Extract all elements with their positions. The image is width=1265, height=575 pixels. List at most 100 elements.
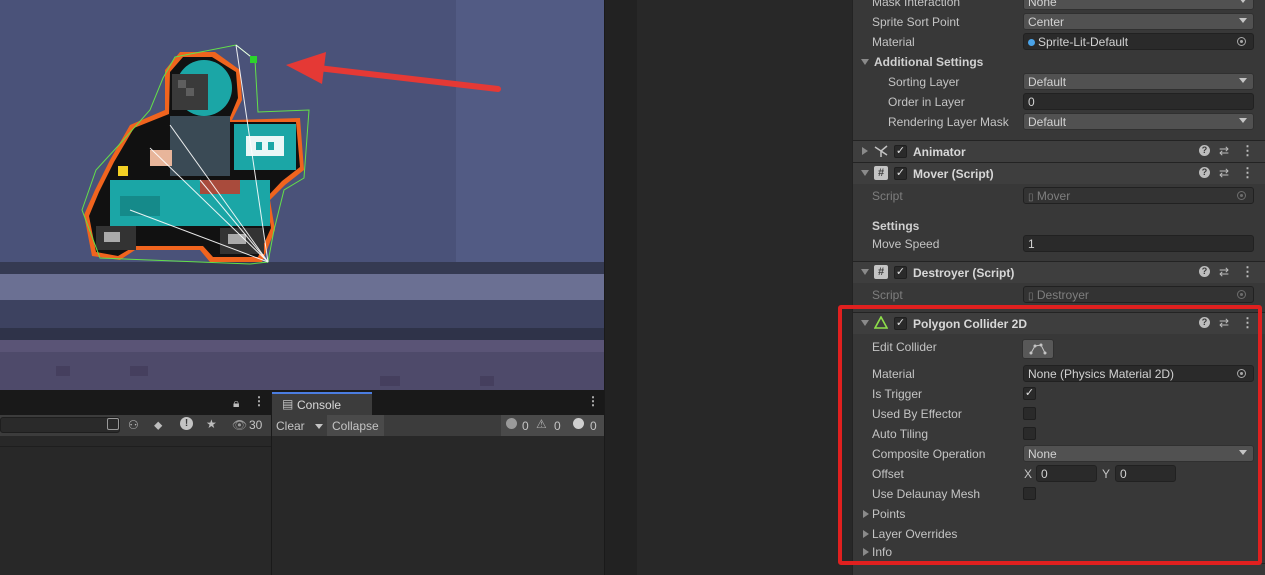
edit-collider-label: Edit Collider: [872, 340, 937, 354]
visibility-eye-icon[interactable]: 👁︎: [232, 418, 247, 432]
collider-material-label: Material: [872, 367, 915, 381]
physics-material-value: None (Physics Material 2D): [1028, 367, 1175, 381]
collapse-button[interactable]: Collapse: [327, 415, 384, 436]
mask-interaction-label: Mask Interaction: [872, 0, 961, 9]
material-value: Sprite-Lit-Default: [1038, 35, 1129, 49]
offset-y-input[interactable]: 0: [1115, 465, 1176, 482]
preset-icon[interactable]: ⇄: [1219, 166, 1229, 180]
sorting-layer-dropdown[interactable]: Default: [1023, 73, 1254, 90]
collider-material-row: Material None (Physics Material 2D): [853, 364, 1265, 384]
component-menu-icon[interactable]: ⋮: [1241, 143, 1254, 159]
sprite-sort-point-dropdown[interactable]: Center: [1023, 13, 1254, 30]
help-icon[interactable]: ?: [1199, 167, 1210, 178]
move-speed-label: Move Speed: [872, 237, 940, 251]
animator-component-header[interactable]: ✓ Animator ? ⇄ ⋮: [853, 140, 1265, 162]
foldout-expanded-icon[interactable]: [861, 269, 869, 275]
order-in-layer-row: Order in Layer 0: [853, 92, 1265, 112]
mover-script-field: ▯ Mover: [1023, 187, 1254, 204]
help-icon[interactable]: ?: [1199, 266, 1210, 277]
rendering-layer-mask-dropdown[interactable]: Default: [1023, 113, 1254, 130]
used-by-effector-label: Used By Effector: [872, 407, 962, 421]
error-filter-icon[interactable]: !: [180, 417, 193, 430]
error-icon[interactable]: [573, 418, 584, 429]
preset-icon[interactable]: ⇄: [1219, 144, 1229, 158]
component-menu-icon[interactable]: ⋮: [1241, 264, 1254, 280]
offset-x-input[interactable]: 0: [1036, 465, 1097, 482]
collider-vertex-handle[interactable]: [250, 56, 257, 63]
destroyer-title: Destroyer (Script): [913, 266, 1015, 280]
material-field[interactable]: Sprite-Lit-Default: [1023, 33, 1254, 50]
preset-icon[interactable]: ⇄: [1219, 316, 1229, 330]
scene-view[interactable]: [0, 0, 604, 390]
clear-options-chevron-down-icon[interactable]: [315, 424, 323, 429]
error-count: 0: [590, 419, 597, 433]
auto-tiling-checkbox[interactable]: [1023, 427, 1036, 440]
panel-divider[interactable]: [604, 0, 638, 575]
is-trigger-checkbox[interactable]: ✓: [1023, 387, 1036, 400]
destroyer-component-header[interactable]: # ✓ Destroyer (Script) ? ⇄ ⋮: [853, 261, 1265, 283]
animator-enabled-checkbox[interactable]: ✓: [894, 145, 907, 158]
order-in-layer-input[interactable]: 0: [1023, 93, 1254, 110]
mask-interaction-dropdown[interactable]: None: [1023, 0, 1254, 10]
scene-canvas[interactable]: [0, 0, 604, 390]
foldout-collapsed-icon[interactable]: [863, 548, 869, 556]
foldout-expanded-icon[interactable]: [861, 170, 869, 176]
offset-label: Offset: [872, 467, 904, 481]
favorite-icon[interactable]: ★: [206, 417, 217, 431]
move-speed-row: Move Speed 1: [853, 234, 1265, 254]
tab-console[interactable]: ▤ Console: [272, 392, 372, 415]
mover-enabled-checkbox[interactable]: ✓: [894, 167, 907, 180]
move-speed-input[interactable]: 1: [1023, 235, 1254, 252]
info-foldout[interactable]: Info: [853, 542, 1265, 562]
sprite-sort-point-value: Center: [1028, 15, 1065, 29]
destroyer-enabled-checkbox[interactable]: ✓: [894, 266, 907, 279]
preset-icon[interactable]: ⇄: [1219, 265, 1229, 279]
layer-overrides-foldout[interactable]: Layer Overrides: [853, 524, 1265, 544]
help-icon[interactable]: ?: [1199, 145, 1210, 156]
hierarchy-search-input[interactable]: [0, 417, 120, 433]
help-icon[interactable]: ?: [1199, 317, 1210, 328]
lock-icon[interactable]: 🔒︎: [233, 396, 239, 411]
order-in-layer-label: Order in Layer: [888, 95, 965, 109]
object-picker-icon[interactable]: [1237, 37, 1246, 46]
polygon-collider-enabled-checkbox[interactable]: ✓: [894, 317, 907, 330]
foldout-expanded-icon[interactable]: [861, 320, 869, 326]
object-picker-icon: [1237, 290, 1246, 299]
composite-operation-value: None: [1028, 447, 1057, 461]
foldout-collapsed-icon[interactable]: [862, 147, 868, 155]
additional-settings-foldout[interactable]: Additional Settings: [853, 52, 1265, 72]
foldout-expanded-icon[interactable]: [861, 59, 869, 65]
script-file-icon: ▯: [1028, 192, 1034, 203]
warning-icon[interactable]: ⚠: [536, 417, 547, 431]
component-menu-icon[interactable]: ⋮: [1241, 165, 1254, 181]
component-menu-icon[interactable]: ⋮: [1241, 315, 1254, 331]
clear-button[interactable]: Clear: [276, 419, 305, 433]
points-label: Points: [872, 507, 906, 521]
log-info-icon[interactable]: [506, 418, 517, 429]
points-foldout[interactable]: Points: [853, 504, 1265, 524]
edit-collider-button[interactable]: [1022, 339, 1054, 359]
console-tabbar: ▤ Console ⋮: [272, 390, 604, 415]
mover-component-header[interactable]: # ✓ Mover (Script) ? ⇄ ⋮: [853, 162, 1265, 184]
rendering-layer-mask-value: Default: [1028, 115, 1067, 129]
material-sphere-icon: [1028, 39, 1035, 46]
console-menu-icon[interactable]: ⋮: [587, 394, 599, 408]
destroyer-script-field: ▯ Destroyer: [1023, 286, 1254, 303]
use-delaunay-mesh-checkbox[interactable]: [1023, 487, 1036, 500]
used-by-effector-checkbox[interactable]: [1023, 407, 1036, 420]
foldout-collapsed-icon[interactable]: [863, 530, 869, 538]
foldout-collapsed-icon[interactable]: [863, 510, 869, 518]
search-filter-icon[interactable]: [107, 418, 119, 430]
hierarchy-menu-icon[interactable]: ⋮: [253, 394, 265, 408]
object-picker-icon[interactable]: [1237, 369, 1246, 378]
type-filter-icon[interactable]: ⚇: [128, 418, 139, 432]
polygon-collider-component-header[interactable]: ✓ Polygon Collider 2D ? ⇄ ⋮: [853, 312, 1265, 334]
is-trigger-row: Is Trigger ✓: [853, 384, 1265, 404]
label-filter-icon[interactable]: ⬥: [154, 418, 162, 433]
edit-collider-icon: [1029, 343, 1047, 355]
mover-script-row: Script ▯ Mover: [853, 186, 1265, 206]
composite-operation-dropdown[interactable]: None: [1023, 445, 1254, 462]
console-panel: ▤ Console ⋮ Clear Collapse 0 ⚠ 0 0: [272, 390, 604, 575]
physics-material-field[interactable]: None (Physics Material 2D): [1023, 365, 1254, 382]
collapse-label: Collapse: [332, 419, 379, 433]
